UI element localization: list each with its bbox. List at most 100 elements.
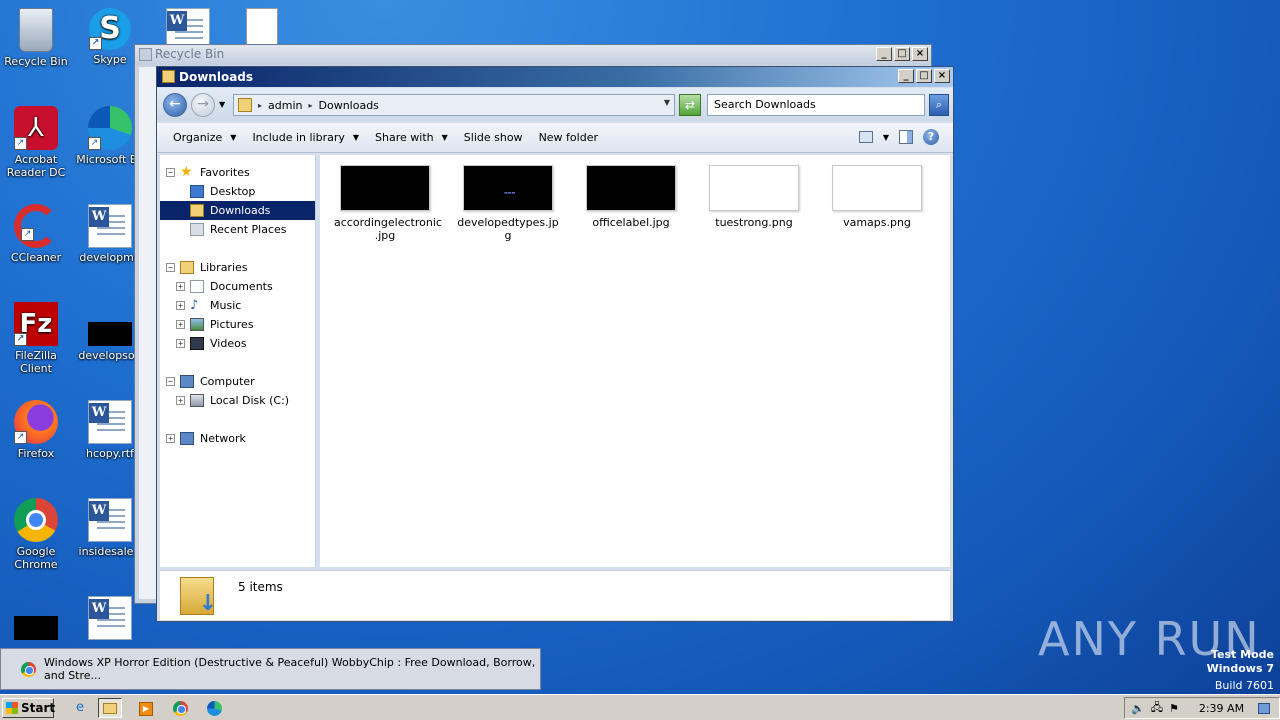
image-thumbnail	[709, 165, 799, 211]
downloads-folder-icon	[238, 98, 252, 112]
newfolder-label: New folder	[538, 131, 598, 144]
expand-icon[interactable]: +	[176, 339, 185, 348]
file-item[interactable]: ▬▬▬ developedtypes.jp g	[457, 155, 559, 242]
network-tray-icon[interactable]: 🖧	[1151, 699, 1163, 718]
image-thumbnail: ▬▬▬	[463, 165, 553, 211]
chevron-right-icon[interactable]: ▸	[258, 101, 262, 110]
expand-icon[interactable]: +	[166, 434, 175, 443]
view-options-dropdown-icon[interactable]: ▼	[883, 133, 889, 142]
desktop-icon-black-bottom[interactable]	[0, 596, 74, 643]
help-icon[interactable]: ?	[923, 129, 939, 145]
nav-label: Favorites	[200, 166, 250, 179]
file-item[interactable]: vamaps.png	[826, 155, 928, 229]
windows-version-label: Windows 7	[1206, 662, 1274, 675]
include-in-library-button[interactable]: Include in library ▼	[244, 131, 367, 144]
file-item[interactable]: officelabel.jpg	[580, 155, 682, 229]
desktop-icon-ccleaner[interactable]: ↗ CCleaner	[0, 204, 74, 264]
breadcrumb-downloads[interactable]: Downloads	[319, 99, 379, 112]
navigation-pane[interactable]: − ★ Favorites Desktop Downloads Recent P…	[160, 155, 316, 567]
chrome-icon	[14, 498, 58, 542]
close-button[interactable]: ×	[912, 47, 928, 61]
edge-taskbar-button[interactable]	[202, 698, 226, 718]
build-label: Build 7601	[1214, 679, 1274, 692]
chevron-down-icon: ▼	[230, 133, 237, 142]
internet-explorer-icon[interactable]: e	[68, 698, 92, 718]
nav-recent-places[interactable]: Recent Places	[190, 220, 287, 239]
nav-computer[interactable]: − Computer	[166, 372, 255, 391]
taskbar-thumbnail-popup[interactable]: Windows XP Horror Edition (Destructive &…	[0, 648, 541, 690]
expand-icon[interactable]: +	[176, 301, 185, 310]
show-desktop-icon[interactable]	[1258, 702, 1271, 714]
search-icon[interactable]: ⌕	[929, 94, 949, 116]
change-view-icon[interactable]	[858, 131, 873, 143]
file-item[interactable]: tuestrong.png	[703, 155, 805, 229]
search-input[interactable]: Search Downloads	[707, 94, 925, 116]
nav-documents[interactable]: + Documents	[176, 277, 273, 296]
edge-icon	[206, 701, 222, 716]
collapse-icon[interactable]: −	[166, 168, 175, 177]
expand-icon[interactable]: +	[176, 396, 185, 405]
chrome-taskbar-button[interactable]	[168, 698, 192, 718]
nav-local-disk[interactable]: + Local Disk (C:)	[176, 391, 289, 410]
desktop-icon-filezilla[interactable]: Fz ↗ FileZilla Client	[0, 302, 74, 375]
chevron-right-icon[interactable]: ▸	[308, 101, 312, 110]
desktop-icon-acrobat[interactable]: ⅄ ↗ Acrobat Reader DC	[0, 106, 74, 179]
collapse-icon[interactable]: −	[166, 377, 175, 386]
nav-libraries[interactable]: − Libraries	[166, 258, 248, 277]
recent-pages-dropdown-icon[interactable]: ▼	[219, 100, 225, 109]
black-image-icon	[14, 616, 58, 640]
image-thumbnail	[340, 165, 430, 211]
desktop-icon-firefox[interactable]: ↗ Firefox	[0, 400, 74, 460]
nav-desktop[interactable]: Desktop	[190, 182, 255, 201]
file-name-ext: .jpg	[374, 229, 396, 242]
maximize-button[interactable]: □	[894, 47, 910, 61]
clock[interactable]: 2:39 AM	[1199, 702, 1244, 715]
nav-music[interactable]: + ♪ Music	[176, 296, 241, 315]
explorer-taskbar-button[interactable]	[98, 698, 122, 718]
slide-show-button[interactable]: Slide show	[456, 131, 531, 144]
nav-network[interactable]: + Network	[166, 429, 246, 448]
preview-pane-icon[interactable]	[899, 130, 913, 144]
explorer-titlebar[interactable]: Downloads _ □ ×	[157, 67, 953, 87]
volume-icon[interactable]: 🔈	[1131, 702, 1145, 715]
minimize-button[interactable]: _	[898, 69, 914, 83]
word-document-icon: W	[88, 400, 132, 444]
new-folder-button[interactable]: New folder	[531, 131, 606, 144]
recycle-bin-titlebar[interactable]: Recycle Bin _ □ ×	[135, 45, 931, 65]
start-button[interactable]: Start	[2, 698, 55, 718]
file-name-ext: g	[504, 229, 512, 242]
nav-pictures[interactable]: + Pictures	[176, 315, 254, 334]
file-item[interactable]: accordingelectronic .jpg	[334, 155, 442, 242]
minimize-button[interactable]: _	[876, 47, 892, 61]
explorer-window[interactable]: Downloads _ □ × ← → ▼ ▸ admin ▸ Download…	[156, 66, 954, 622]
refresh-button[interactable]: ⇄	[679, 94, 701, 116]
nav-videos[interactable]: + Videos	[176, 334, 247, 353]
downloads-folder-icon	[190, 204, 204, 217]
forward-button[interactable]: →	[191, 93, 215, 117]
desktop-icon-label: Google Chrome	[14, 545, 58, 571]
nav-favorites[interactable]: − ★ Favorites	[166, 163, 250, 182]
desktop-icon-chrome[interactable]: Google Chrome	[0, 498, 74, 571]
nav-downloads[interactable]: Downloads	[160, 201, 315, 220]
chevron-down-icon: ▼	[441, 133, 448, 142]
pictures-icon	[190, 318, 204, 331]
expand-icon[interactable]: +	[176, 282, 185, 291]
back-button[interactable]: ←	[163, 93, 187, 117]
desktop-icon-label: Firefox	[17, 447, 55, 460]
media-player-icon[interactable]: ▶	[134, 698, 158, 718]
share-with-button[interactable]: Share with ▼	[367, 131, 456, 144]
organize-button[interactable]: Organize ▼	[165, 131, 244, 144]
collapse-icon[interactable]: −	[166, 263, 175, 272]
address-dropdown-icon[interactable]: ▼	[664, 98, 670, 107]
maximize-button[interactable]: □	[916, 69, 932, 83]
address-field[interactable]: ▸ admin ▸ Downloads ▼	[233, 94, 675, 116]
expand-icon[interactable]: +	[176, 320, 185, 329]
desktop-icon-recycle-bin[interactable]: Recycle Bin	[0, 8, 74, 68]
file-list[interactable]: accordingelectronic .jpg ▬▬▬ developedty…	[320, 155, 950, 567]
file-name: tuestrong.png	[715, 216, 793, 229]
recycle-bin-small-icon	[139, 48, 152, 61]
breadcrumb-admin[interactable]: admin	[268, 99, 302, 112]
close-button[interactable]: ×	[934, 69, 950, 83]
action-center-flag-icon[interactable]: ⚑	[1169, 702, 1179, 715]
nav-label: Videos	[210, 337, 247, 350]
